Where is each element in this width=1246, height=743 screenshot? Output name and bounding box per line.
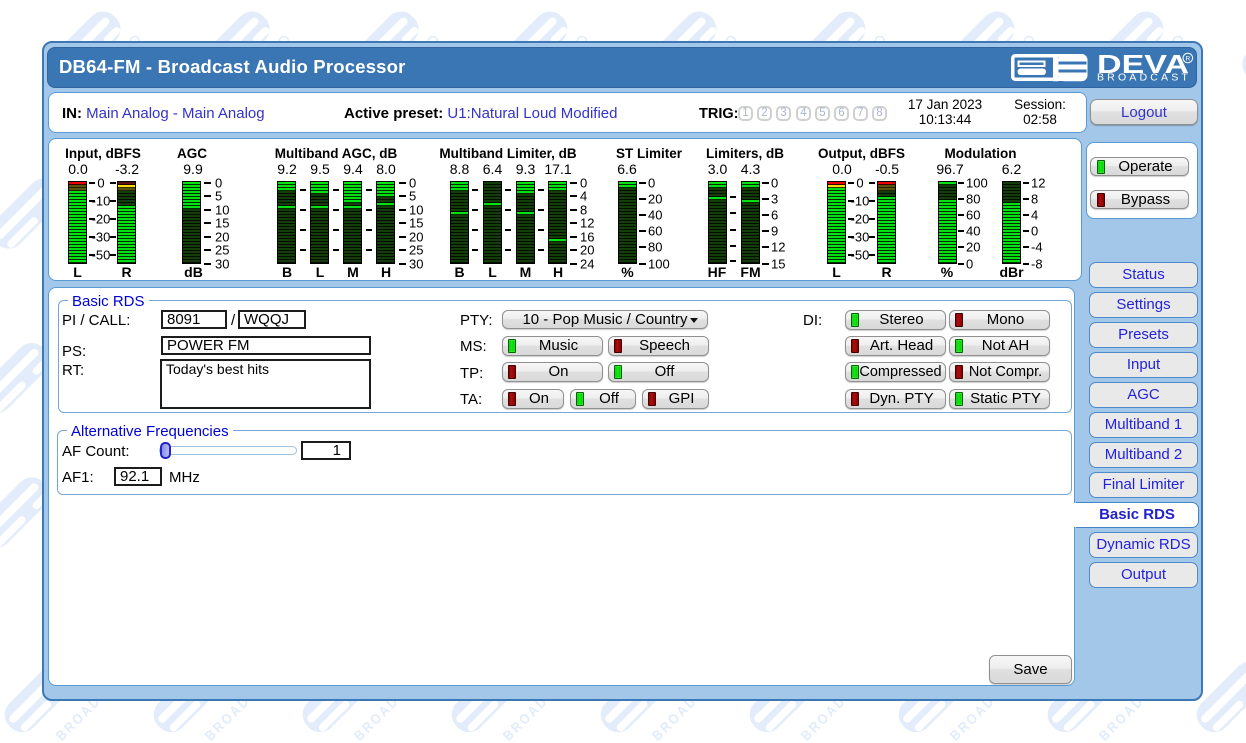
svg-text:R: R — [1185, 55, 1190, 62]
svg-text:BROADCAST: BROADCAST — [1097, 73, 1191, 84]
